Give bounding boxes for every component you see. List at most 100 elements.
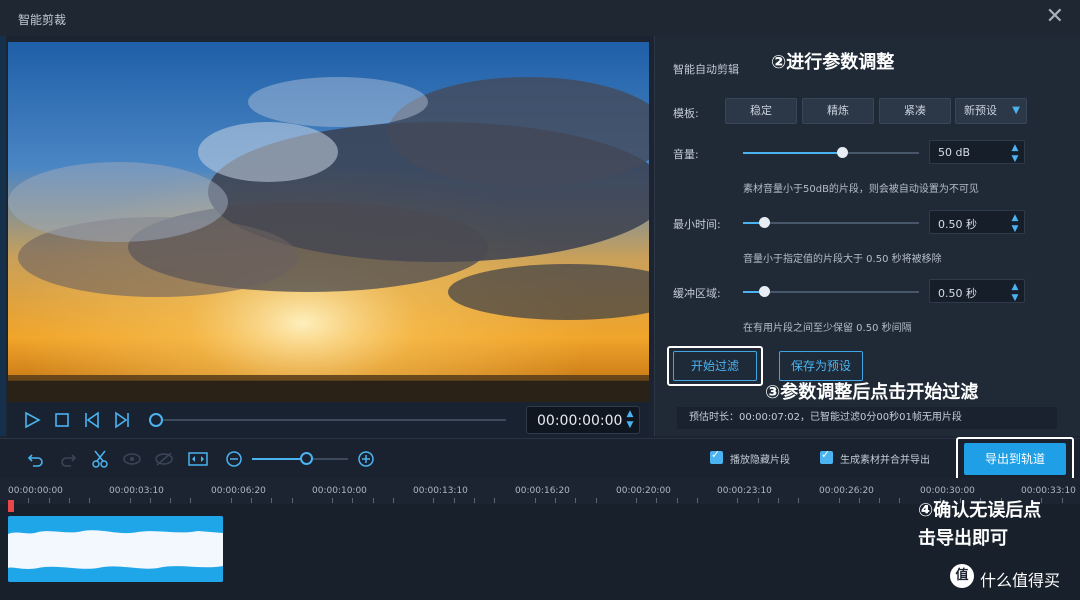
- ruler-minor-tick: [453, 498, 455, 503]
- playback-bar: 00:00:00:00 ▲ ▼: [8, 402, 649, 438]
- playback-progress-knob[interactable]: [149, 413, 163, 427]
- ruler-minor-tick: [858, 498, 860, 503]
- hide-icon[interactable]: [122, 449, 142, 469]
- merge-export-checkbox[interactable]: [820, 448, 833, 464]
- tick-label: 00:00:10:00: [312, 486, 367, 496]
- fit-icon[interactable]: [188, 449, 208, 469]
- volume-hint: 素材音量小于50dB的片段，则会被自动设置为不可见: [743, 184, 979, 195]
- show-icon[interactable]: [154, 449, 174, 469]
- zoom-out-icon[interactable]: [224, 449, 244, 469]
- ruler-minor-tick: [899, 498, 901, 503]
- estimate-text: 预估时长：00:00:07:02，已智能过滤0分00秒01帧无用片段: [677, 407, 1057, 429]
- time-value: 00:00:00:00: [537, 413, 623, 429]
- redo-icon[interactable]: [58, 449, 78, 469]
- ruler-minor-tick: [372, 498, 374, 503]
- ruler-minor-tick: [28, 498, 30, 503]
- time-input[interactable]: 00:00:00:00 ▲ ▼: [526, 406, 640, 434]
- start-filter-button[interactable]: 开始过滤: [673, 351, 757, 381]
- merge-export-label: 生成素材并合并导出: [840, 455, 930, 466]
- ruler-minor-tick: [1041, 498, 1043, 503]
- annotation-step4-line1: ④确认无误后点: [918, 500, 1042, 521]
- min-time-spinner[interactable]: ▲ ▼: [1010, 213, 1020, 235]
- ruler-minor-tick: [737, 498, 739, 503]
- buffer-value: 0.50 秒: [938, 287, 977, 300]
- tick-label: 00:00:16:20: [515, 486, 570, 496]
- template-option-3[interactable]: 紧凑: [879, 98, 951, 124]
- ruler-minor-tick: [656, 498, 658, 503]
- save-preset-button[interactable]: 保存为预设: [779, 351, 863, 381]
- close-icon[interactable]: ✕: [1046, 6, 1064, 28]
- buffer-slider[interactable]: [743, 286, 919, 297]
- tick-label: 00:00:13:10: [413, 486, 468, 496]
- playhead[interactable]: [8, 500, 14, 512]
- prev-frame-icon[interactable]: [82, 410, 102, 430]
- ruler-minor-tick: [271, 498, 273, 503]
- chevron-down-icon: ▼: [1012, 105, 1020, 116]
- zoom-slider-fill: [252, 458, 307, 460]
- template-select[interactable]: 新预设 ▼: [955, 98, 1027, 124]
- volume-slider-knob[interactable]: [836, 147, 848, 158]
- play-hidden-label: 播放隐藏片段: [730, 455, 790, 466]
- min-time-slider[interactable]: [743, 217, 919, 228]
- ruler-minor-tick: [555, 498, 557, 503]
- window-title: 智能剪裁: [18, 13, 67, 27]
- ruler-minor-tick: [798, 498, 800, 503]
- buffer-hint: 在有用片段之间至少保留 0.50 秒间隔: [743, 323, 912, 334]
- ruler-minor-tick: [879, 498, 881, 503]
- tick-label: 00:00:23:10: [717, 486, 772, 496]
- stop-icon[interactable]: [52, 410, 72, 430]
- template-option-1[interactable]: 稳定: [725, 98, 797, 124]
- ruler-minor-tick: [575, 498, 577, 503]
- buffer-input[interactable]: 0.50 秒 ▲ ▼: [929, 279, 1025, 303]
- left-edge-strip: [0, 36, 6, 436]
- ruler-minor-tick: [392, 498, 394, 503]
- tick-label: 00:00:26:20: [819, 486, 874, 496]
- ruler-minor-tick: [291, 498, 293, 503]
- tick-label: 00:00:00:00: [8, 486, 63, 496]
- ruler-minor-tick: [332, 498, 334, 503]
- ruler-minor-tick: [352, 498, 354, 503]
- ruler-minor-tick: [595, 498, 597, 503]
- zoom-in-icon[interactable]: [356, 449, 376, 469]
- volume-spinner[interactable]: ▲ ▼: [1010, 143, 1020, 165]
- zoom-slider-knob[interactable]: [300, 452, 313, 465]
- ruler-minor-tick: [473, 498, 475, 503]
- volume-slider[interactable]: [743, 147, 919, 158]
- video-preview: [8, 42, 649, 402]
- buffer-slider-knob[interactable]: [759, 286, 771, 297]
- volume-value: 50 dB: [938, 146, 971, 159]
- tick-label: 00:00:03:10: [109, 486, 164, 496]
- annotation-step2: ②进行参数调整: [771, 52, 895, 73]
- ruler-minor-tick: [251, 498, 253, 503]
- ruler-minor-tick: [149, 498, 151, 503]
- ruler-minor-tick: [838, 498, 840, 503]
- export-to-track-button[interactable]: 导出到轨道: [964, 443, 1066, 475]
- time-spinner[interactable]: ▲ ▼: [625, 409, 635, 431]
- playback-progress-track[interactable]: [156, 419, 506, 421]
- next-frame-icon[interactable]: [112, 410, 132, 430]
- tick-label: 00:00:06:20: [211, 486, 266, 496]
- cut-icon[interactable]: [90, 449, 110, 469]
- template-option-2[interactable]: 精炼: [802, 98, 874, 124]
- min-time-hint: 音量小于指定值的片段大于 0.50 秒将被移除: [743, 254, 942, 265]
- play-icon[interactable]: [22, 410, 42, 430]
- ruler-minor-tick: [129, 498, 131, 503]
- annotation-step3: ③参数调整后点击开始过滤: [765, 382, 979, 403]
- volume-input[interactable]: 50 dB ▲ ▼: [929, 140, 1025, 164]
- ruler-minor-tick: [190, 498, 192, 503]
- settings-panel: 智能自动剪辑 ②进行参数调整 模板: 稳定 精炼 紧凑 新预设 ▼ 音量: 50…: [654, 36, 1080, 436]
- ruler-minor-tick: [696, 498, 698, 503]
- volume-slider-fill: [743, 152, 842, 154]
- ruler-minor-tick: [636, 498, 638, 503]
- min-time-slider-knob[interactable]: [759, 217, 771, 228]
- undo-icon[interactable]: [26, 449, 46, 469]
- min-time-input[interactable]: 0.50 秒 ▲ ▼: [929, 210, 1025, 234]
- timeline-toolbar: 播放隐藏片段 生成素材并合并导出 导出到轨道: [0, 437, 1080, 481]
- buffer-spinner[interactable]: ▲ ▼: [1010, 282, 1020, 304]
- panel-heading: 智能自动剪辑: [673, 63, 739, 76]
- play-hidden-checkbox[interactable]: [710, 448, 723, 464]
- audio-clip[interactable]: [8, 516, 223, 582]
- tick-label: 00:00:20:00: [616, 486, 671, 496]
- tick-label: 00:00:33:10: [1021, 486, 1076, 496]
- ruler-minor-tick: [68, 498, 70, 503]
